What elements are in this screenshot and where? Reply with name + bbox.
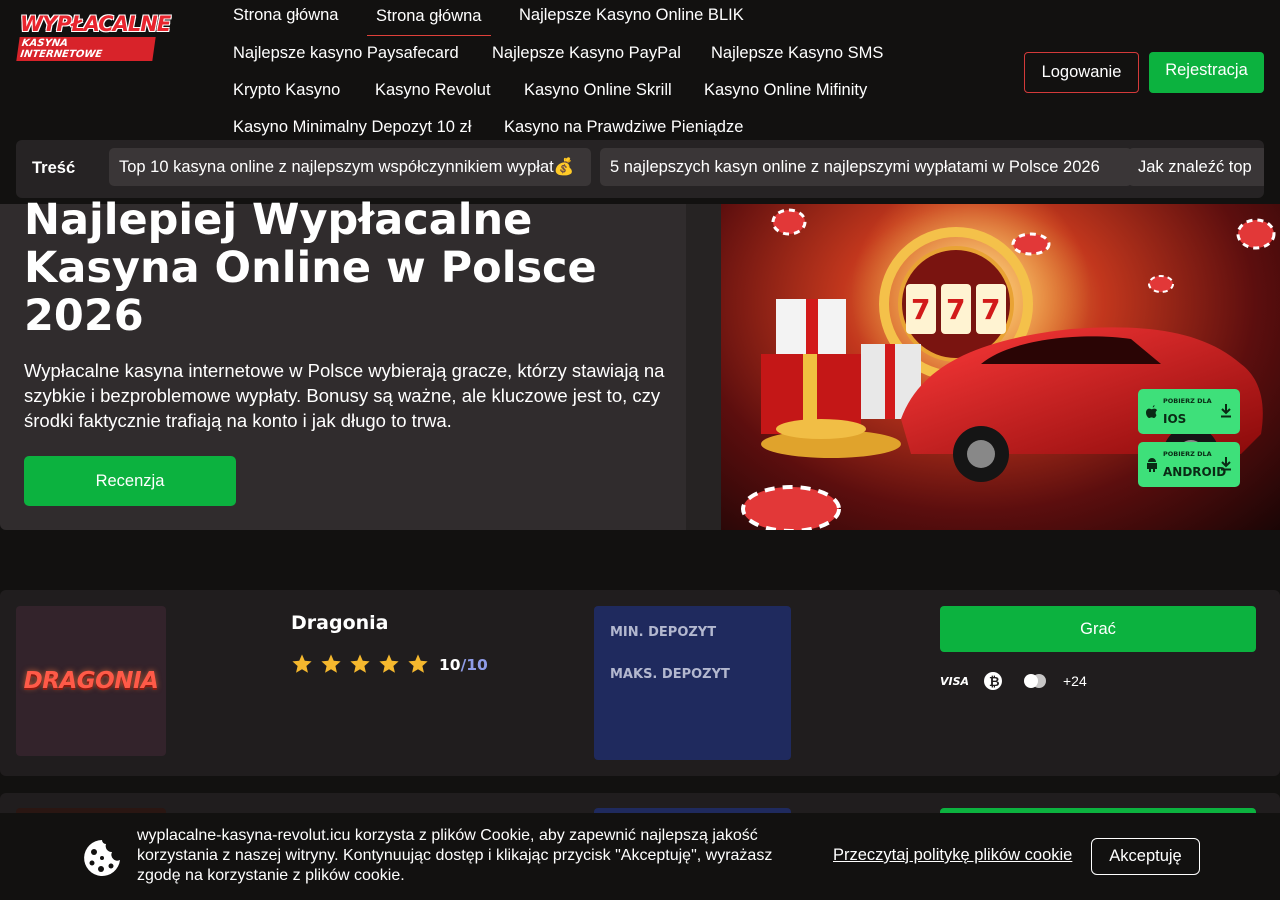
nav-item-mifinity[interactable]: Kasyno Online Mifinity: [695, 81, 876, 100]
page-title: Najlepiej Wypłacalne Kasyna Online w Pol…: [24, 195, 597, 341]
nav-item-home-active[interactable]: Strona główna: [367, 7, 491, 36]
site-logo[interactable]: WYPŁACALNE KASYNA INTERNETOWE: [16, 12, 171, 61]
logo-line-2: KASYNA INTERNETOWE: [16, 37, 156, 61]
nav-item-home[interactable]: Strona główna: [224, 6, 348, 25]
nav-item-revolut[interactable]: Kasyno Revolut: [366, 81, 500, 100]
download-ios-button[interactable]: POBIERZ DLA IOS: [1138, 389, 1240, 434]
max-deposit-label: MAKS. DEPOZYT: [610, 667, 730, 682]
cookie-text: wyplacalne-kasyna-revolut.icu korzysta z…: [137, 827, 773, 884]
review-button[interactable]: Recenzja: [24, 456, 236, 506]
table-of-contents: Treść Top 10 kasyna online z najlepszym …: [16, 140, 1264, 198]
cookie-policy-link[interactable]: Przeczytaj politykę plików cookie: [833, 846, 1072, 865]
hero-description: Wypłacalne kasyna internetowe w Polsce w…: [24, 360, 665, 431]
star-icon: [350, 654, 370, 673]
casino-name: Dragonia: [291, 612, 389, 634]
visa-icon: VISA: [940, 674, 970, 688]
download-icon: [1221, 457, 1231, 471]
download-os-label: ANDROID: [1163, 465, 1227, 479]
casino-logo[interactable]: DRAGONIA: [16, 606, 166, 756]
android-icon: [1147, 458, 1157, 472]
toc-chip[interactable]: Jak znaleźć top: [1128, 148, 1264, 186]
star-icon: [379, 654, 399, 673]
casino-logo-text: DRAGONIA: [23, 668, 159, 694]
nav-item-paypal[interactable]: Najlepsze Kasyno PayPal: [483, 44, 690, 63]
download-small-label: POBIERZ DLA: [1163, 397, 1212, 405]
svg-text:₿: ₿: [989, 675, 1000, 690]
more-payments-count: +24: [1063, 673, 1087, 689]
svg-text:7: 7: [981, 293, 1000, 326]
deposit-info: MIN. DEPOZYT MAKS. DEPOZYT: [594, 606, 791, 760]
nav-item-min-deposit[interactable]: Kasyno Minimalny Depozyt 10 zł: [224, 118, 480, 137]
toc-label: Treść: [32, 159, 76, 177]
rating-stars: [291, 653, 429, 675]
nav-item-krypto[interactable]: Krypto Kasyno: [224, 81, 349, 100]
min-deposit-label: MIN. DEPOZYT: [610, 625, 717, 640]
download-android-button[interactable]: POBIERZ DLA ANDROID: [1138, 442, 1240, 487]
nav-item-blik[interactable]: Najlepsze Kasyno Online BLIK: [510, 6, 753, 25]
mastercard-icon: [1023, 670, 1047, 692]
play-button[interactable]: Grać: [940, 606, 1256, 652]
hero-divider: [686, 204, 721, 530]
register-button[interactable]: Rejestracja: [1149, 52, 1264, 93]
cookie-icon: [84, 840, 120, 876]
rating-max: /10: [460, 656, 488, 674]
star-icon: [292, 654, 312, 673]
svg-text:7: 7: [946, 293, 965, 326]
download-icon: [1221, 404, 1231, 418]
download-small-label: POBIERZ DLA: [1163, 450, 1212, 458]
nav-item-sms[interactable]: Najlepsze Kasyno SMS: [702, 44, 892, 63]
nav-item-paysafecard[interactable]: Najlepsze kasyno Paysafecard: [224, 44, 468, 63]
rating-score: 10/10: [439, 656, 488, 674]
svg-text:7: 7: [911, 293, 930, 326]
rating-value: 10: [439, 656, 461, 674]
toc-chip[interactable]: Top 10 kasyna online z najlepszym współc…: [109, 148, 591, 186]
apple-icon: [1146, 405, 1158, 418]
cookie-accept-button[interactable]: Akceptuję: [1091, 838, 1200, 875]
star-icon: [408, 654, 428, 673]
nav-item-skrill[interactable]: Kasyno Online Skrill: [515, 81, 681, 100]
star-icon: [321, 654, 341, 673]
toc-chip[interactable]: 5 najlepszych kasyn online z najlepszymi…: [600, 148, 1132, 186]
bitcoin-icon: ₿: [983, 670, 1003, 692]
nav-item-real-money[interactable]: Kasyno na Prawdziwe Pieniądze: [495, 118, 752, 137]
login-button[interactable]: Logowanie: [1024, 52, 1139, 93]
download-os-label: IOS: [1163, 412, 1187, 426]
logo-line-1: WYPŁACALNE: [20, 12, 171, 36]
